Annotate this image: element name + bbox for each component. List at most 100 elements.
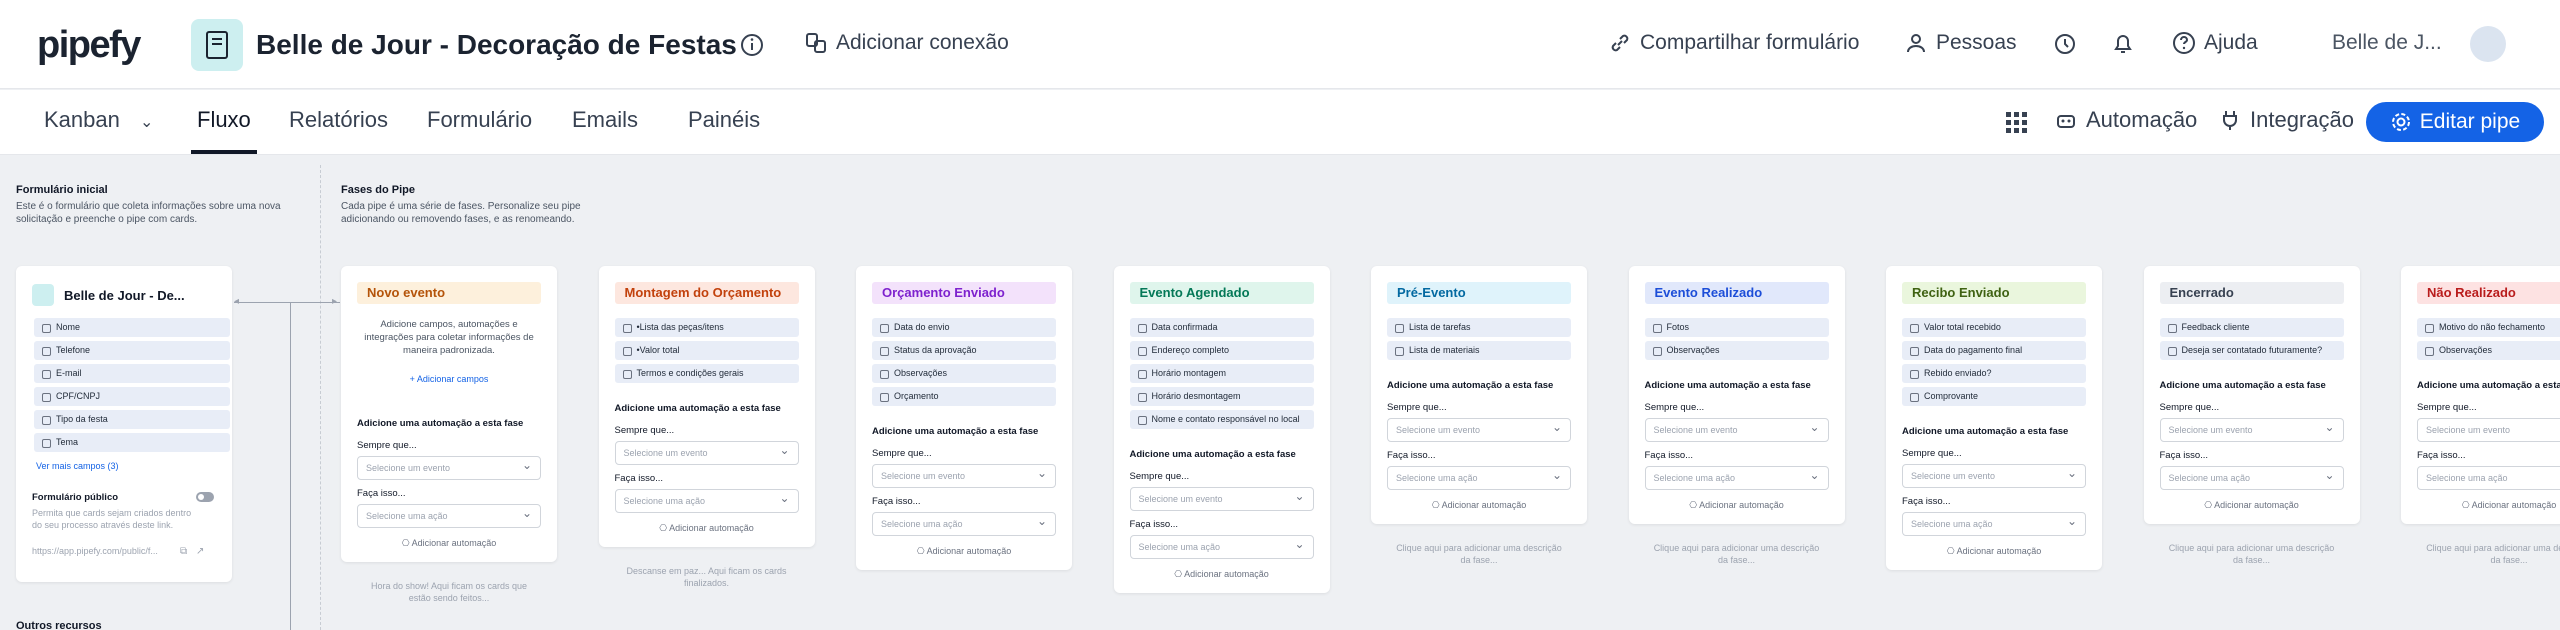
action-select[interactable]: Selecione uma ação (614, 487, 799, 513)
phase-name[interactable]: Recibo Enviado (1902, 282, 2086, 304)
people-button[interactable]: Pessoas (1904, 31, 2017, 55)
event-select[interactable]: Selecione um evento (2159, 416, 2344, 442)
tab-emails[interactable]: Emails (572, 107, 638, 133)
phase-field[interactable]: Valor total recebido (1902, 318, 2086, 337)
tab-paineis[interactable]: Painéis (688, 107, 760, 133)
pipe-title[interactable]: Belle de Jour - Decoração de Festas (256, 29, 737, 61)
tab-kanban[interactable]: Kanban ⌄ (44, 107, 153, 133)
start-field[interactable]: Nome (34, 318, 230, 337)
phase-name[interactable]: Novo evento (357, 282, 541, 304)
add-automation-button[interactable]: ⎔ Adicionar automação (1645, 500, 1829, 511)
start-field[interactable]: Tipo da festa (34, 410, 230, 429)
help-button[interactable]: Ajuda (2172, 31, 2258, 55)
add-automation-button[interactable]: ⎔ Adicionar automação (2417, 500, 2560, 511)
phase-description[interactable]: Descanse em paz... Aqui ficam os cards fi… (599, 565, 815, 589)
phase-name[interactable]: Evento Realizado (1644, 282, 1829, 304)
add-automation-button[interactable]: ⎔ Adicionar automação (1130, 569, 1314, 580)
add-fields-link[interactable]: + Adicionar campos (341, 374, 557, 384)
phase-card[interactable]: Não Realizado Motivo do não fechamento Obs… (2401, 266, 2560, 524)
action-select[interactable]: Selecione uma ação (357, 502, 541, 528)
action-select[interactable]: Selecione uma ação (1644, 464, 1829, 490)
public-form-toggle[interactable] (196, 492, 214, 502)
start-field[interactable]: Telefone (34, 341, 230, 360)
phase-field[interactable]: Deseja ser contatado futuramente? (2159, 341, 2344, 360)
start-field[interactable]: E-mail (34, 364, 230, 383)
add-automation-button[interactable]: ⎔ Adicionar automação (872, 546, 1056, 557)
user-name[interactable]: Belle de J... (2332, 31, 2442, 55)
phase-description[interactable]: Clique aqui para adicionar uma descrição… (2144, 542, 2360, 566)
history-icon[interactable] (2052, 31, 2078, 57)
phase-card[interactable]: Orçamento Enviado Data do envio Status da … (856, 266, 1072, 570)
phase-description[interactable]: Hora do show! Aqui ficam os cards que est… (341, 580, 557, 604)
public-form-link[interactable]: https://app.pipefy.com/public/f... (32, 546, 170, 556)
more-fields-link[interactable]: Ver mais campos (3) (36, 461, 119, 471)
avatar[interactable] (2470, 26, 2506, 62)
share-form-button[interactable]: Compartilhar formulário (1608, 31, 1859, 55)
phase-field[interactable]: Lista de materiais (1387, 341, 1571, 360)
start-form-card[interactable]: Belle de Jour - De... Nome Telefone E-ma… (16, 266, 232, 582)
action-select[interactable]: Selecione uma ação (1387, 464, 1571, 490)
add-automation-button[interactable]: ⎔ Adicionar automação (357, 538, 541, 549)
phase-card[interactable]: Novo evento Adicione campos, automações e… (341, 266, 557, 562)
pipe-icon[interactable] (191, 19, 243, 71)
phase-name[interactable]: Encerrado (2159, 282, 2344, 304)
phase-field[interactable]: Horário montagem (1129, 364, 1314, 383)
action-select[interactable]: Selecione uma ação (1129, 533, 1314, 559)
add-automation-button[interactable]: ⎔ Adicionar automação (615, 523, 799, 534)
phase-field[interactable]: Observações (872, 364, 1056, 383)
event-select[interactable]: Selecione um evento (357, 454, 541, 480)
apps-grid-icon[interactable] (2004, 110, 2028, 139)
tab-relatorios[interactable]: Relatórios (289, 107, 388, 133)
action-select[interactable]: Selecione uma ação (2159, 464, 2344, 490)
phase-field[interactable]: Rebido enviado? (1902, 364, 2086, 383)
event-select[interactable]: Selecione um evento (614, 439, 799, 465)
phase-name[interactable]: Evento Agendado (1129, 282, 1314, 304)
copy-icon[interactable]: ⧉ (180, 546, 187, 557)
phase-field[interactable]: Endereço completo (1129, 341, 1314, 360)
phase-field[interactable]: Status da aprovação (872, 341, 1056, 360)
phase-name[interactable]: Não Realizado (2417, 282, 2560, 304)
automation-button[interactable]: Automação (2054, 107, 2197, 133)
tab-formulario[interactable]: Formulário (427, 107, 532, 133)
phase-card[interactable]: Montagem do Orçamento •Lista das peças/it… (598, 266, 815, 547)
action-select[interactable]: Selecione uma ação (1902, 510, 2086, 536)
phase-field[interactable]: Lista de tarefas (1387, 318, 1571, 337)
action-select[interactable]: Selecione uma ação (872, 510, 1056, 536)
phase-description[interactable]: Clique aqui para adicionar uma descrição… (1371, 542, 1587, 566)
event-select[interactable]: Selecione um evento (1644, 416, 1829, 442)
phase-field[interactable]: •Valor total (614, 341, 799, 360)
phase-field[interactable]: Data do envio (872, 318, 1056, 337)
phase-description[interactable]: Clique aqui para adicionar uma descrição… (1629, 542, 1845, 566)
phase-name[interactable]: Orçamento Enviado (872, 282, 1056, 304)
bell-icon[interactable] (2110, 31, 2136, 57)
edit-pipe-button[interactable]: Editar pipe (2366, 102, 2544, 142)
add-automation-button[interactable]: ⎔ Adicionar automação (1387, 500, 1571, 511)
external-link-icon[interactable]: ↗ (196, 546, 204, 557)
phase-card[interactable]: Encerrado Feedback cliente Deseja ser cont… (2143, 266, 2360, 524)
phase-field[interactable]: Fotos (1644, 318, 1829, 337)
phase-card[interactable]: Evento Realizado Fotos Observações Adicione… (1628, 266, 1845, 524)
event-select[interactable]: Selecione um evento (1902, 462, 2086, 488)
phase-name[interactable]: Pré-Evento (1387, 282, 1571, 304)
phase-card[interactable]: Pré-Evento Lista de tarefas Lista de mater… (1371, 266, 1587, 524)
add-automation-button[interactable]: ⎔ Adicionar automação (1902, 546, 2086, 557)
add-connection-button[interactable]: Adicionar conexão (804, 31, 1009, 55)
start-field[interactable]: Tema (34, 433, 230, 452)
phase-field[interactable]: Observações (2417, 341, 2560, 360)
integration-button[interactable]: Integração (2218, 107, 2354, 133)
phase-name[interactable]: Montagem do Orçamento (614, 282, 799, 304)
phase-card[interactable]: Evento Agendado Data confirmada Endereço c… (1113, 266, 1330, 593)
phase-field[interactable]: Motivo do não fechamento (2417, 318, 2560, 337)
phase-description[interactable]: Clique aqui para adicionar uma descrição… (2401, 542, 2560, 566)
phase-field[interactable]: Data do pagamento final (1902, 341, 2086, 360)
phase-field[interactable]: Nome e contato responsável no local (1129, 410, 1314, 429)
event-select[interactable]: Selecione um evento (872, 462, 1056, 488)
phase-field[interactable]: Comprovante (1902, 387, 2086, 406)
phase-card[interactable]: Recibo Enviado Valor total recebido Data d… (1886, 266, 2102, 570)
phase-field[interactable]: Orçamento (872, 387, 1056, 406)
event-select[interactable]: Selecione um evento (1387, 416, 1571, 442)
phase-field[interactable]: Feedback cliente (2159, 318, 2344, 337)
phase-field[interactable]: Termos e condições gerais (614, 364, 799, 383)
add-automation-button[interactable]: ⎔ Adicionar automação (2160, 500, 2344, 511)
event-select[interactable]: Selecione um evento (2417, 418, 2560, 442)
